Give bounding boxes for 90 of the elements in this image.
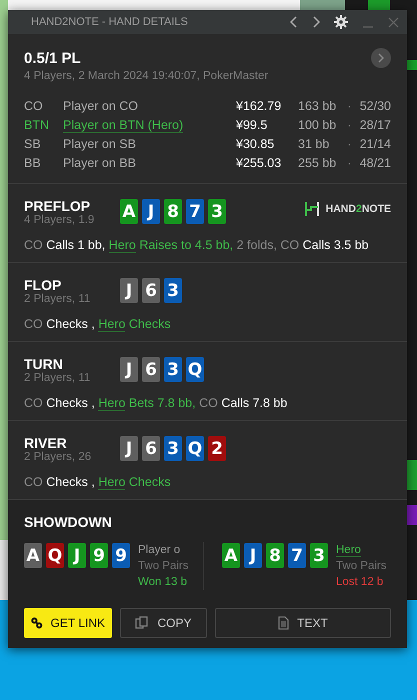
settings-icon[interactable] (334, 15, 348, 29)
hero-link[interactable]: Hero (108, 238, 136, 253)
playing-card: 8 (266, 543, 284, 568)
hand-rank: Two Pairs (138, 559, 188, 574)
player-name[interactable]: Hero (336, 544, 361, 557)
next-hand-button[interactable] (371, 48, 391, 68)
hero-link[interactable]: Hero (98, 317, 126, 332)
playing-card: 6 (142, 357, 160, 382)
separator-dot: · (346, 98, 353, 115)
action-line: CO Checks , Hero Checks (24, 317, 172, 331)
playing-card: J (120, 436, 138, 461)
playing-card: 3 (164, 436, 182, 461)
stack-bb: 255 bb (298, 155, 338, 172)
chevron-icon (377, 53, 385, 63)
player-name[interactable]: Player on BB (63, 156, 136, 170)
player-stats: 48/21 (358, 155, 391, 172)
copy-icon (135, 616, 150, 630)
player-stack: ¥30.85 (236, 136, 276, 153)
playing-card: 3 (164, 357, 182, 382)
hand-result: Won 13 b (138, 575, 188, 590)
hand-title: 0.5/1 PL (24, 50, 81, 66)
playing-card: 3 (164, 278, 182, 303)
playing-card: J (142, 199, 160, 224)
player-stats: 21/14 (358, 136, 391, 153)
street-name: FLOP (24, 277, 62, 293)
playing-card: J (120, 278, 138, 303)
stack-bb: 163 bb (298, 98, 338, 115)
playing-card: Q (46, 543, 64, 568)
hand-subtitle: 4 Players, 2 March 2024 19:40:07, PokerMaster (24, 70, 270, 82)
player-stats: 52/30 (358, 98, 391, 115)
playing-card: J (120, 357, 138, 382)
previous-icon[interactable] (290, 16, 298, 28)
playing-card: 2 (208, 436, 226, 461)
player-stats: 28/17 (358, 117, 391, 134)
player-name[interactable]: Player on BTN (Hero) (63, 118, 184, 133)
logo-icon (304, 201, 320, 217)
copy-button[interactable]: COPY (120, 608, 207, 638)
player-name[interactable]: Player o (138, 544, 180, 556)
next-icon[interactable] (312, 16, 320, 28)
chain-icon (31, 617, 43, 629)
action-line: CO Calls 1 bb, Hero Raises to 4.5 bb, 2 folds, CO Calls 3.5 bb (24, 238, 370, 252)
playing-card: A (120, 199, 138, 224)
separator-dot: · (346, 155, 353, 172)
window-title: HAND2NOTE - HAND DETAILS (31, 16, 189, 28)
playing-card: 3 (310, 543, 328, 568)
street-name: TURN (24, 356, 64, 372)
playing-card: Q (186, 357, 204, 382)
player-position: BTN (24, 117, 50, 134)
hero-link[interactable]: Hero (98, 396, 126, 411)
get-link-button[interactable]: GET LINK (24, 608, 112, 638)
street-info: 2 Players, 11 (24, 293, 92, 305)
hand-result: Lost 12 b (336, 575, 384, 590)
playing-card: 7 (186, 199, 204, 224)
street-name: PREFLOP (24, 198, 92, 214)
action-line: CO Checks , Hero Checks (24, 475, 172, 489)
action-line: CO Checks , Hero Bets 7.8 bb, CO Calls 7.8 bb (24, 396, 288, 410)
player-name[interactable]: Player on CO (63, 99, 138, 113)
playing-card: J (244, 543, 262, 568)
playing-card: 7 (288, 543, 306, 568)
hand-rank: Two Pairs (336, 559, 386, 574)
playing-card: 8 (164, 199, 182, 224)
player-position: CO (24, 98, 44, 115)
showdown-title: SHOWDOWN (24, 514, 113, 530)
playing-card: A (24, 543, 42, 568)
playing-card: 3 (208, 199, 226, 224)
text-button[interactable]: TEXT (215, 608, 391, 638)
playing-card: Q (186, 436, 204, 461)
street-info: 2 Players, 26 (24, 451, 92, 463)
stack-bb: 100 bb (298, 117, 338, 134)
playing-card: J (68, 543, 86, 568)
player-position: SB (24, 136, 42, 153)
street-name: RIVER (24, 435, 68, 451)
player-name[interactable]: Player on SB (63, 137, 136, 151)
hero-link[interactable]: Hero (98, 475, 126, 490)
playing-card: 9 (90, 543, 108, 568)
street-info: 4 Players, 1.9 (24, 214, 96, 226)
playing-card: 6 (142, 278, 160, 303)
playing-card: 6 (142, 436, 160, 461)
street-info: 2 Players, 11 (24, 372, 92, 384)
playing-card: A (222, 543, 240, 568)
separator-dot: · (346, 136, 353, 153)
player-position: BB (24, 155, 42, 172)
player-stack: ¥99.5 (236, 117, 268, 134)
stack-bb: 31 bb (298, 136, 330, 153)
playing-card: 9 (112, 543, 130, 568)
document-icon (278, 616, 290, 630)
player-stack: ¥162.79 (236, 98, 282, 115)
player-stack: ¥255.03 (236, 155, 282, 172)
separator-dot: · (346, 117, 353, 134)
logo-text: HAND2NOTE (326, 203, 391, 215)
